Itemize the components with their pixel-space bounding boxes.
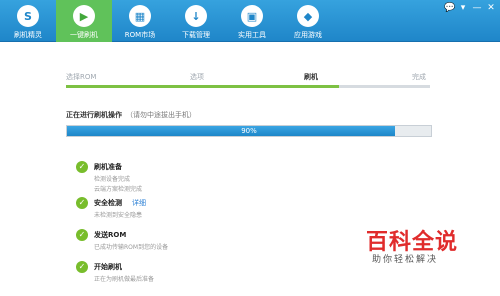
toolbar-item-label: 应用游戏 — [294, 31, 322, 39]
step-select-rom: 选择ROM — [66, 73, 97, 81]
task-title-text: 安全检测 — [94, 199, 122, 207]
toolbar-item-label: 实用工具 — [238, 31, 266, 39]
toolbox-icon: ▣ — [241, 5, 263, 27]
toolbar-item-label: 一键刷机 — [70, 31, 98, 39]
step-flash: 刷机 — [304, 73, 318, 81]
step-progress-fill — [66, 85, 339, 88]
step-done: 完成 — [412, 73, 426, 81]
task-detail: 检测设备完成 — [94, 176, 131, 183]
toolbar-item-flash-wizard[interactable]: S 刷机精灵 — [0, 0, 56, 42]
check-icon: ✓ — [76, 161, 88, 173]
minimize-icon[interactable]: — — [472, 3, 482, 13]
toolbar-item-download-manager[interactable]: ↓ 下载管理 — [168, 0, 224, 42]
task-detail: 未检测到安全隐患 — [94, 212, 143, 219]
play-icon: ▶ — [73, 5, 95, 27]
task-title: 发送ROM — [94, 231, 127, 239]
task-detail: 云端方案检测完成 — [94, 186, 143, 193]
progress-title-text: 正在进行刷机操作 — [66, 111, 122, 119]
toolbar-item-label: 刷机精灵 — [14, 31, 42, 39]
details-link[interactable]: 详细 — [132, 199, 146, 207]
download-icon: ↓ — [185, 5, 207, 27]
task-detail: 正在为刷机做最后准备 — [94, 276, 155, 283]
toolbar-item-label: ROM市场 — [124, 31, 156, 39]
close-icon[interactable]: ✕ — [486, 3, 496, 13]
progress-title: 正在进行刷机操作 （请勿中途拔出手机） — [66, 110, 196, 120]
toolbar-item-label: 下载管理 — [182, 31, 210, 39]
toolbar-item-apps-games[interactable]: ◆ 应用游戏 — [280, 0, 336, 42]
check-icon: ✓ — [76, 229, 88, 241]
flash-wizard-icon: S — [17, 5, 39, 27]
toolbar-item-rom-market[interactable]: ▦ ROM市场 — [112, 0, 168, 42]
check-icon: ✓ — [76, 197, 88, 209]
task-title: 开始刷机 — [94, 263, 122, 271]
task-detail: 已成功传输ROM到您的设备 — [94, 244, 169, 251]
main-toolbar: S 刷机精灵 ▶ 一键刷机 ▦ ROM市场 ↓ 下载管理 ▣ 实用工具 ◆ 应用… — [0, 0, 500, 42]
check-icon: ✓ — [76, 261, 88, 273]
window-controls: 💬 ▾ — ✕ — [444, 3, 496, 13]
toolbar-item-one-click-flash[interactable]: ▶ 一键刷机 — [56, 0, 112, 42]
task-title: 刷机准备 — [94, 163, 122, 171]
watermark-logo: 百科全说 助你轻松解决 — [352, 222, 462, 272]
feedback-icon[interactable]: 💬 — [444, 3, 455, 13]
apps-icon: ◆ — [297, 5, 319, 27]
step-options: 选项 — [190, 73, 204, 81]
step-indicator: 选择ROM 选项 刷机 完成 — [66, 72, 430, 92]
rom-market-icon: ▦ — [129, 5, 151, 27]
task-title: 安全检测 详细 — [94, 198, 146, 208]
flash-progress-bar: 90% — [66, 125, 432, 137]
menu-icon[interactable]: ▾ — [458, 3, 468, 13]
progress-hint: （请勿中途拔出手机） — [126, 111, 196, 119]
watermark-slogan: 助你轻松解决 — [372, 255, 439, 265]
toolbar-item-utilities[interactable]: ▣ 实用工具 — [224, 0, 280, 42]
progress-percent: 90% — [241, 127, 257, 135]
